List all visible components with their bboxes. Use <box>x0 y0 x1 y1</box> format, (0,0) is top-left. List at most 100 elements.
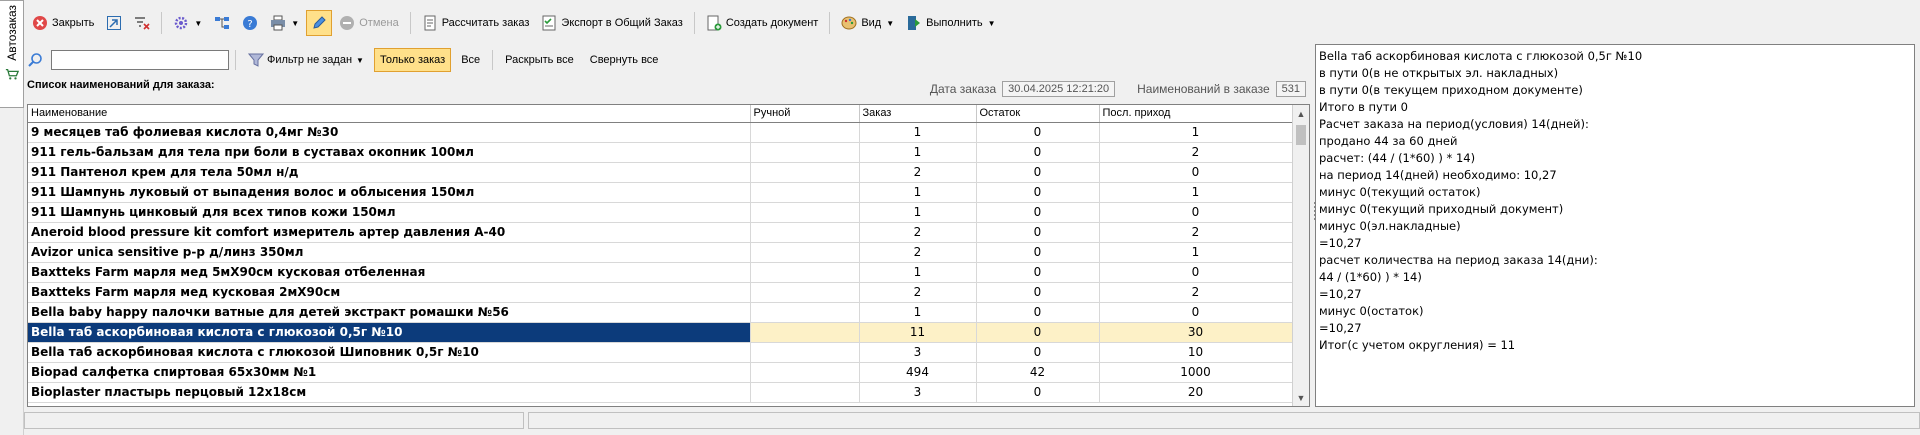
column-header-manual[interactable]: Ручной <box>750 105 860 123</box>
cell-order[interactable]: 2 <box>859 242 977 263</box>
close-button[interactable]: Закрыть <box>27 10 99 36</box>
cell-name[interactable]: Avizor unica sensitive р-р д/линз 350мл <box>28 242 751 263</box>
cell-name[interactable]: 911 Шампунь луковый от выпадения волос и… <box>28 182 751 203</box>
cell-last-arrival[interactable]: 2 <box>1099 222 1293 243</box>
cell-last-arrival[interactable]: 0 <box>1099 162 1293 183</box>
table-row[interactable]: Bioplaster пластырь перцовый 12х18см 3 0 20 <box>28 382 1293 403</box>
calculate-order-button[interactable]: Рассчитать заказ <box>417 10 535 36</box>
hierarchy-button[interactable] <box>209 10 235 36</box>
cell-stock[interactable]: 0 <box>976 262 1100 283</box>
table-row[interactable]: Bella baby happy палочки ватные для дете… <box>28 302 1293 323</box>
cell-last-arrival[interactable]: 1 <box>1099 122 1293 143</box>
cell-manual[interactable] <box>750 202 860 223</box>
cell-name[interactable]: Baxtteks Farm марля мед кусковая 2мХ90см <box>28 282 751 303</box>
cell-manual[interactable] <box>750 162 860 183</box>
column-header-stock[interactable]: Остаток <box>976 105 1100 123</box>
help-button[interactable]: ? <box>237 10 263 36</box>
cell-manual[interactable] <box>750 342 860 363</box>
cell-last-arrival[interactable]: 0 <box>1099 202 1293 223</box>
cancel-button[interactable]: Отмена <box>334 10 403 36</box>
cell-name[interactable]: 911 Пантенол крем для тела 50мл н/д <box>28 162 751 183</box>
execute-menu-button[interactable]: Выполнить ▼ <box>901 10 1000 36</box>
cell-name[interactable]: Baxtteks Farm марля мед 5мХ90см кусковая… <box>28 262 751 283</box>
cell-last-arrival[interactable]: 30 <box>1099 322 1293 343</box>
cell-last-arrival[interactable]: 2 <box>1099 142 1293 163</box>
table-row[interactable]: Baxtteks Farm марля мед кусковая 2мХ90см… <box>28 282 1293 303</box>
cell-stock[interactable]: 0 <box>976 182 1100 203</box>
filter-dropdown-button[interactable]: Фильтр не задан ▼ <box>242 48 370 72</box>
print-dropdown-button[interactable]: ▼ <box>265 10 304 36</box>
cell-stock[interactable]: 0 <box>976 282 1100 303</box>
column-header-order[interactable]: Заказ <box>859 105 977 123</box>
cell-order[interactable]: 1 <box>859 122 977 143</box>
clear-filter-button[interactable] <box>129 10 155 36</box>
only-order-toggle[interactable]: Только заказ <box>373 48 452 72</box>
cell-order[interactable]: 1 <box>859 302 977 323</box>
scroll-up-arrow-icon[interactable]: ▲ <box>1293 105 1309 122</box>
cell-order[interactable]: 2 <box>859 282 977 303</box>
cell-manual[interactable] <box>750 322 860 343</box>
cell-stock[interactable]: 0 <box>976 202 1100 223</box>
cell-manual[interactable] <box>750 182 860 203</box>
cell-manual[interactable] <box>750 122 860 143</box>
cell-stock[interactable]: 42 <box>976 362 1100 383</box>
cell-last-arrival[interactable]: 2 <box>1099 282 1293 303</box>
cell-last-arrival[interactable]: 1 <box>1099 242 1293 263</box>
cell-name[interactable]: Aneroid blood pressure kit comfort измер… <box>28 222 751 243</box>
edit-mode-toggle[interactable] <box>306 10 333 36</box>
cell-last-arrival[interactable]: 20 <box>1099 382 1293 403</box>
cell-manual[interactable] <box>750 142 860 163</box>
all-toggle[interactable]: Все <box>455 48 486 72</box>
scroll-down-arrow-icon[interactable]: ▼ <box>1293 389 1309 406</box>
table-row[interactable]: 911 гель-бальзам для тела при боли в сус… <box>28 142 1293 163</box>
cell-name[interactable]: Bella таб аскорбиновая кислота с глюкозо… <box>28 322 751 343</box>
table-row[interactable]: 911 Пантенол крем для тела 50мл н/д 2 0 0 <box>28 162 1293 183</box>
table-row[interactable]: Bella таб аскорбиновая кислота с глюкозо… <box>28 322 1293 343</box>
collapse-all-button[interactable]: Свернуть все <box>584 48 665 72</box>
export-order-button[interactable]: Экспорт в Общий Заказ <box>536 10 687 36</box>
cell-name[interactable]: Bella baby happy палочки ватные для дете… <box>28 302 751 323</box>
cell-stock[interactable]: 0 <box>976 342 1100 363</box>
cell-manual[interactable] <box>750 302 860 323</box>
cell-stock[interactable]: 0 <box>976 122 1100 143</box>
cell-order[interactable]: 1 <box>859 202 977 223</box>
table-row[interactable]: Baxtteks Farm марля мед 5мХ90см кусковая… <box>28 262 1293 283</box>
cell-order[interactable]: 1 <box>859 142 977 163</box>
table-row[interactable]: Avizor unica sensitive р-р д/линз 350мл 2… <box>28 242 1293 263</box>
cell-manual[interactable] <box>750 282 860 303</box>
grid-vertical-scrollbar[interactable]: ▲ ▼ <box>1292 105 1309 406</box>
table-row[interactable]: 911 Шампунь цинковый для всех типов кожи… <box>28 202 1293 223</box>
cell-stock[interactable]: 0 <box>976 162 1100 183</box>
cell-last-arrival[interactable]: 1000 <box>1099 362 1293 383</box>
cell-order[interactable]: 11 <box>859 322 977 343</box>
cell-order[interactable]: 1 <box>859 262 977 283</box>
cell-manual[interactable] <box>750 222 860 243</box>
cell-order[interactable]: 3 <box>859 382 977 403</box>
view-menu-button[interactable]: Вид ▼ <box>836 10 899 36</box>
cell-name[interactable]: Bioplaster пластырь перцовый 12х18см <box>28 382 751 403</box>
cell-order[interactable]: 2 <box>859 222 977 243</box>
cell-stock[interactable]: 0 <box>976 142 1100 163</box>
cell-order[interactable]: 2 <box>859 162 977 183</box>
cell-last-arrival[interactable]: 10 <box>1099 342 1293 363</box>
cell-name[interactable]: Biopad салфетка спиртовая 65х30мм №1 <box>28 362 751 383</box>
table-row[interactable]: 911 Шампунь луковый от выпадения волос и… <box>28 182 1293 203</box>
cell-manual[interactable] <box>750 242 860 263</box>
table-row[interactable]: Biopad салфетка спиртовая 65х30мм №1 494 4… <box>28 362 1293 383</box>
cell-order[interactable]: 1 <box>859 182 977 203</box>
cell-last-arrival[interactable]: 0 <box>1099 302 1293 323</box>
cell-name[interactable]: 911 гель-бальзам для тела при боли в сус… <box>28 142 751 163</box>
cell-last-arrival[interactable]: 0 <box>1099 262 1293 283</box>
cell-stock[interactable]: 0 <box>976 222 1100 243</box>
column-header-name[interactable]: Наименование <box>28 105 751 123</box>
column-header-last-arrival[interactable]: Посл. приход <box>1099 105 1293 123</box>
cell-manual[interactable] <box>750 382 860 403</box>
table-row[interactable]: 9 месяцев таб фолиевая кислота 0,4мг №30… <box>28 122 1293 143</box>
cell-name[interactable]: 9 месяцев таб фолиевая кислота 0,4мг №30 <box>28 122 751 143</box>
cell-stock[interactable]: 0 <box>976 242 1100 263</box>
cell-stock[interactable]: 0 <box>976 302 1100 323</box>
expand-window-button[interactable] <box>101 10 127 36</box>
create-document-button[interactable]: Создать документ <box>701 10 824 36</box>
expand-all-button[interactable]: Раскрыть все <box>499 48 580 72</box>
tab-autoorder[interactable]: Автозаказ <box>0 0 24 108</box>
